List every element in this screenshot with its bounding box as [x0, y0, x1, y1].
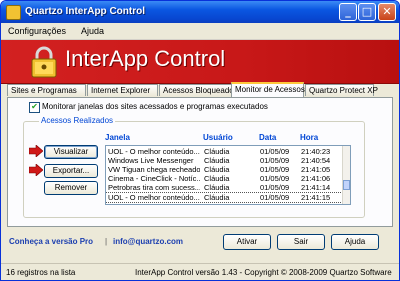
minimize-button[interactable]: _ — [339, 3, 357, 21]
cell-hora: 21:40:23 — [301, 147, 331, 156]
cell-data: 01/05/09 — [260, 183, 290, 192]
cell-usuario: Cláudia — [204, 174, 230, 183]
cell-janela: UOL - O melhor conteúdo... — [108, 193, 200, 202]
cell-hora: 21:41:14 — [301, 183, 331, 192]
status-count: 16 registros na lista — [6, 268, 76, 277]
cell-data: 01/05/09 — [260, 174, 290, 183]
tab-internet-explorer[interactable]: Internet Explorer — [87, 84, 158, 96]
cell-data: 01/05/09 — [260, 193, 290, 202]
cell-hora: 21:41:15 — [301, 193, 331, 202]
menu-configuracoes[interactable]: Configurações — [8, 26, 66, 36]
cell-usuario: Cláudia — [204, 183, 230, 192]
cell-hora: 21:41:06 — [301, 174, 331, 183]
red-arrow-icon — [29, 145, 43, 157]
cell-usuario: Cláudia — [204, 156, 230, 165]
sair-button[interactable]: Sair — [277, 234, 325, 250]
visualizar-button[interactable]: Visualizar — [44, 145, 98, 159]
monitor-checkbox[interactable]: ✔ — [29, 102, 40, 113]
tab-monitor-acessos[interactable]: Monitor de Acessos — [231, 82, 305, 97]
cell-usuario: Cláudia — [204, 147, 230, 156]
column-usuario[interactable]: Usuário — [203, 133, 233, 142]
red-arrow-icon — [29, 164, 43, 176]
cell-data: 01/05/09 — [260, 165, 290, 174]
link-versao-pro[interactable]: Conheça a versão Pro — [9, 237, 93, 246]
column-data[interactable]: Data — [259, 133, 276, 142]
app-banner: InterApp Control — [1, 40, 399, 84]
cell-usuario: Cláudia — [204, 165, 230, 174]
table-row[interactable]: Windows Live Messenger Cláudia 01/05/09 … — [106, 156, 344, 165]
monitor-checkbox-label: Monitorar janelas dos sites acessados e … — [42, 102, 268, 111]
menu-bar: Configurações Ajuda — [1, 23, 399, 40]
scrollbar-thumb[interactable] — [343, 180, 350, 190]
tab-acessos-bloqueados[interactable]: Acessos Bloqueados — [159, 84, 238, 96]
cell-janela: Windows Live Messenger — [108, 156, 194, 165]
cell-usuario: Cláudia — [204, 193, 230, 202]
tab-strip: Sites e Programas Internet Explorer Aces… — [7, 82, 399, 97]
table-row-selected[interactable]: UOL - O melhor conteúdo... Cláudia 01/05… — [106, 192, 345, 203]
table-row[interactable]: Petrobras tira com sucess... Cláudia 01/… — [106, 183, 344, 192]
cell-janela: UOL - O melhor conteúdo... — [108, 147, 200, 156]
table-row[interactable]: UOL - O melhor conteúdo... Cláudia 01/05… — [106, 147, 344, 156]
cell-hora: 21:41:05 — [301, 165, 331, 174]
status-bar: 16 registros na lista InterApp Control v… — [1, 263, 399, 280]
banner-title: InterApp Control — [65, 46, 226, 71]
tab-quartzo-protect[interactable]: Quartzo Protect XP — [305, 84, 378, 96]
column-janela[interactable]: Janela — [105, 133, 130, 142]
access-list-rows[interactable]: UOL - O melhor conteúdo... Cláudia 01/05… — [105, 145, 351, 205]
status-version: InterApp Control versão 1.43 - Copyright… — [135, 268, 392, 277]
vertical-scrollbar[interactable] — [342, 146, 350, 204]
app-lock-icon — [6, 5, 21, 20]
exportar-button[interactable]: Exportar... — [44, 164, 98, 178]
link-email[interactable]: info@quartzo.com — [113, 237, 183, 246]
title-bar[interactable]: Quartzo InterApp Control _ □ ✕ — [1, 1, 399, 23]
maximize-button[interactable]: □ — [358, 3, 376, 21]
ativar-button[interactable]: Ativar — [223, 234, 271, 250]
cell-data: 01/05/09 — [260, 147, 290, 156]
remover-button[interactable]: Remover — [44, 181, 98, 195]
cell-janela: VW Tiguan chega recheado... — [108, 165, 200, 174]
cell-janela: Petrobras tira com sucess... — [108, 183, 200, 192]
padlock-icon — [31, 46, 57, 78]
footer-separator: | — [105, 237, 108, 246]
app-window: Quartzo InterApp Control _ □ ✕ Configura… — [0, 0, 400, 281]
menu-ajuda[interactable]: Ajuda — [81, 26, 104, 36]
cell-hora: 21:40:54 — [301, 156, 331, 165]
table-row[interactable]: VW Tiguan chega recheado... Cláudia 01/0… — [106, 165, 344, 174]
ajuda-button[interactable]: Ajuda — [331, 234, 379, 250]
tab-sites-programas[interactable]: Sites e Programas — [7, 84, 86, 96]
table-row[interactable]: Cinema - CineClick - Notíc... Cláudia 01… — [106, 174, 344, 183]
acessos-group-label: Acessos Realizados — [39, 116, 116, 125]
access-list: Janela Usuário Data Hora UOL - O melhor … — [105, 133, 357, 207]
column-hora[interactable]: Hora — [300, 133, 318, 142]
cell-data: 01/05/09 — [260, 156, 290, 165]
window-title: Quartzo InterApp Control — [25, 6, 145, 17]
close-button[interactable]: ✕ — [378, 3, 396, 21]
cell-janela: Cinema - CineClick - Notíc... — [108, 174, 200, 183]
